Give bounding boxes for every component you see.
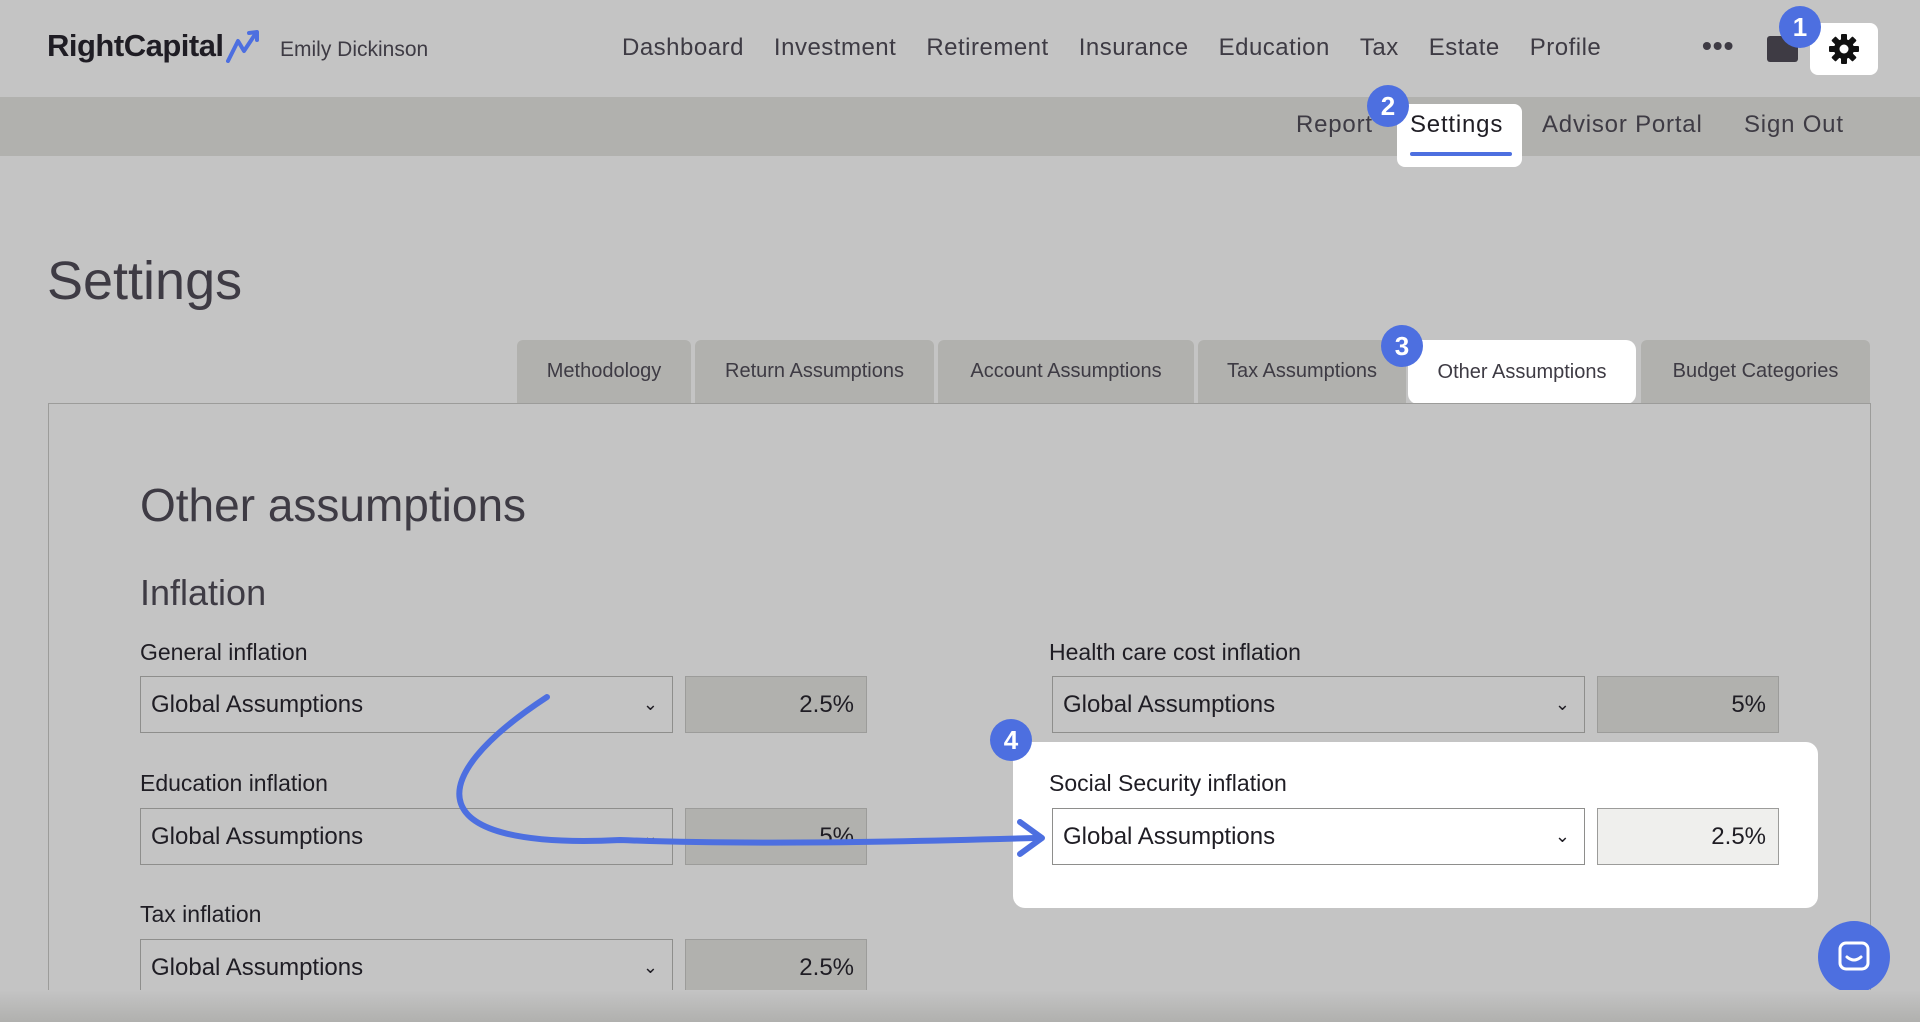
chat-icon (1838, 941, 1870, 971)
chat-button[interactable] (1818, 921, 1890, 993)
bottom-shade (0, 990, 1920, 1022)
annotation-arrow (456, 694, 1045, 857)
